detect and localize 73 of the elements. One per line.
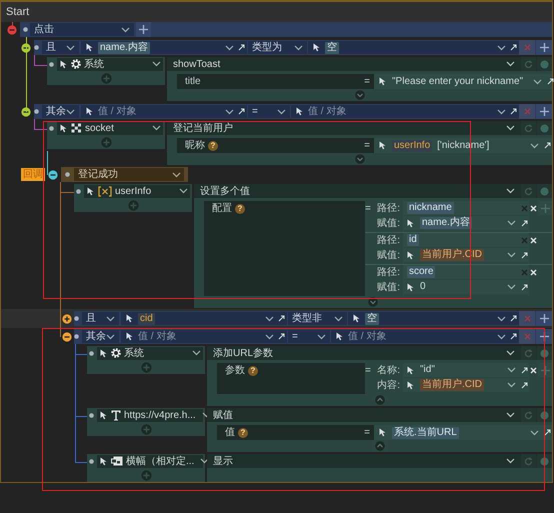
target-dropdown[interactable]: 系统 (97, 346, 203, 360)
value-field[interactable]: 当前用户.CID (403, 378, 529, 392)
help-icon[interactable]: ? (235, 204, 245, 214)
value-chip: score (407, 266, 436, 278)
trigger-dropdown[interactable]: 点击 (30, 23, 134, 36)
operator-dropdown[interactable]: = (248, 105, 290, 118)
operator-dropdown[interactable]: 类型为 (248, 41, 307, 54)
value-field[interactable]: name.内容 (403, 216, 529, 230)
callback-dropdown[interactable]: 登记成功 (74, 168, 184, 181)
target-dropdown[interactable]: 系统 (57, 58, 163, 70)
value-chip: 空 (325, 42, 339, 54)
field-label: 名称: (376, 364, 401, 378)
value-field[interactable]: "id" (403, 363, 529, 377)
variable-chip: cid (138, 312, 155, 324)
placeholder-text: 值 / 对象 (308, 104, 346, 119)
value-text: "id" (420, 364, 435, 376)
equals-sign: = (364, 426, 370, 440)
callback-tag: 回调 (21, 168, 45, 181)
equals-sign: = (364, 75, 370, 89)
value-field[interactable]: 值 / 对象 (291, 105, 519, 118)
variable-chip: userInfo (392, 140, 432, 152)
field-label: 赋值: (376, 280, 401, 294)
target-dropdown[interactable]: socket (57, 122, 163, 134)
field-label: 赋值: (376, 248, 401, 262)
operator-dropdown[interactable]: 类型非 (288, 312, 347, 325)
parameter-label: title (185, 75, 201, 89)
help-icon[interactable]: ? (238, 428, 248, 438)
equals-sign: = (364, 139, 370, 153)
input-field[interactable]: nickname (403, 201, 529, 215)
placeholder-text: 值 / 对象 (138, 330, 176, 344)
field-label: 赋值: (376, 216, 401, 230)
parameter-label: 值 (225, 426, 235, 440)
field-label: 路径: (376, 202, 401, 216)
help-icon[interactable]: ? (248, 366, 258, 376)
logic-dropdown[interactable]: 其余 (42, 105, 79, 118)
logic-dropdown[interactable]: 且 (82, 312, 119, 325)
value-field[interactable]: 空 (308, 41, 519, 54)
data-chip: 当前用户.CID (420, 379, 484, 391)
field-label: 路径: (376, 266, 401, 280)
help-icon[interactable]: ? (208, 140, 218, 150)
equals-sign: = (365, 202, 372, 216)
field-label: 路径: (376, 234, 401, 248)
parameter-label: 参数 (225, 364, 245, 378)
value-field[interactable]: 空 (348, 312, 519, 325)
input-field[interactable]: score (403, 265, 529, 279)
field-label: 内容: (376, 378, 401, 392)
placeholder-text: 值 / 对象 (348, 330, 386, 344)
equals-sign: = (365, 364, 372, 378)
value-field[interactable]: cid (121, 312, 287, 325)
value-text: "Please enter your nickname" (392, 76, 524, 88)
value-field[interactable]: 值 / 对象 (81, 105, 247, 118)
input-field[interactable]: id (403, 233, 529, 247)
value-field[interactable]: 值 / 对象 (121, 330, 287, 343)
value-field[interactable]: "Please enter your nickname" (374, 74, 552, 89)
value-chip: nickname (407, 202, 454, 214)
target-dropdown[interactable]: userInfo (84, 184, 190, 198)
value-field[interactable]: 值 / 对象 (331, 330, 519, 343)
parameter-label: 配置 (212, 202, 232, 216)
value-field[interactable]: 系统.当前URL (374, 425, 552, 440)
logic-dropdown[interactable]: 且 (42, 41, 79, 54)
logic-dropdown[interactable]: 其余 (82, 330, 119, 343)
parameter-label: 昵称 (185, 139, 205, 153)
value-text: 0 (420, 281, 426, 293)
value-chip: 空 (365, 312, 379, 324)
value-chip: name.内容 (98, 42, 150, 54)
value-chip: 系统.当前URL (392, 426, 459, 438)
value-chip: name.内容 (420, 217, 472, 229)
window-title: Start (6, 4, 30, 20)
operator-dropdown[interactable]: = (288, 330, 330, 343)
value-field[interactable]: name.内容 (81, 41, 247, 54)
placeholder-text: 值 / 对象 (98, 104, 136, 119)
value-chip: id (407, 234, 419, 246)
value-field[interactable]: 0 (403, 280, 529, 294)
